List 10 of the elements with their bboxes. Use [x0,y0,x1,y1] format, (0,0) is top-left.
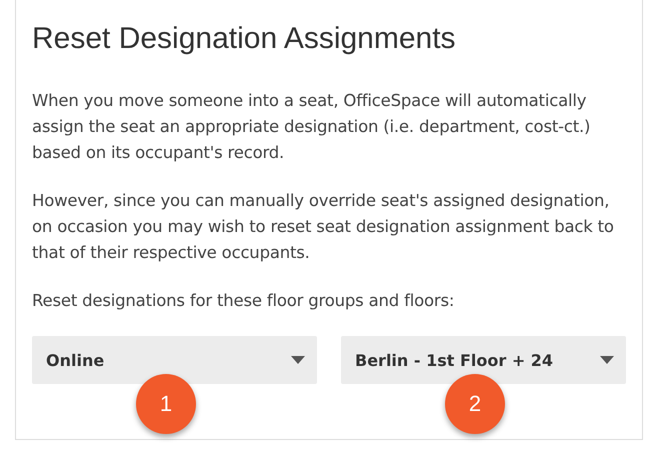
dropdown[interactable]: Berlin - 1st Floor + 24 [341,336,626,384]
dropdown[interactable]: Online [32,336,317,384]
dialog-title: Reset Designation Assignments [32,22,457,56]
step-badge: 1 [136,374,196,434]
caret-icon [600,356,614,364]
prompt-text: Reset designations for these floor groups and floors: [32,290,456,312]
description-text: When you move someone into a seat, OfficeSpace will automatically assign the seat an appropriate designation (i.e. department, cost-ct.) based on its occupant's record. [32,90,592,164]
step-badge: 2 [445,374,505,434]
caret-icon [291,356,305,364]
description-text: However, since you can manually override seat's assigned designation, on occasion you may wish to reset seat designation assignment back to that of their respective occupants. [32,190,615,264]
